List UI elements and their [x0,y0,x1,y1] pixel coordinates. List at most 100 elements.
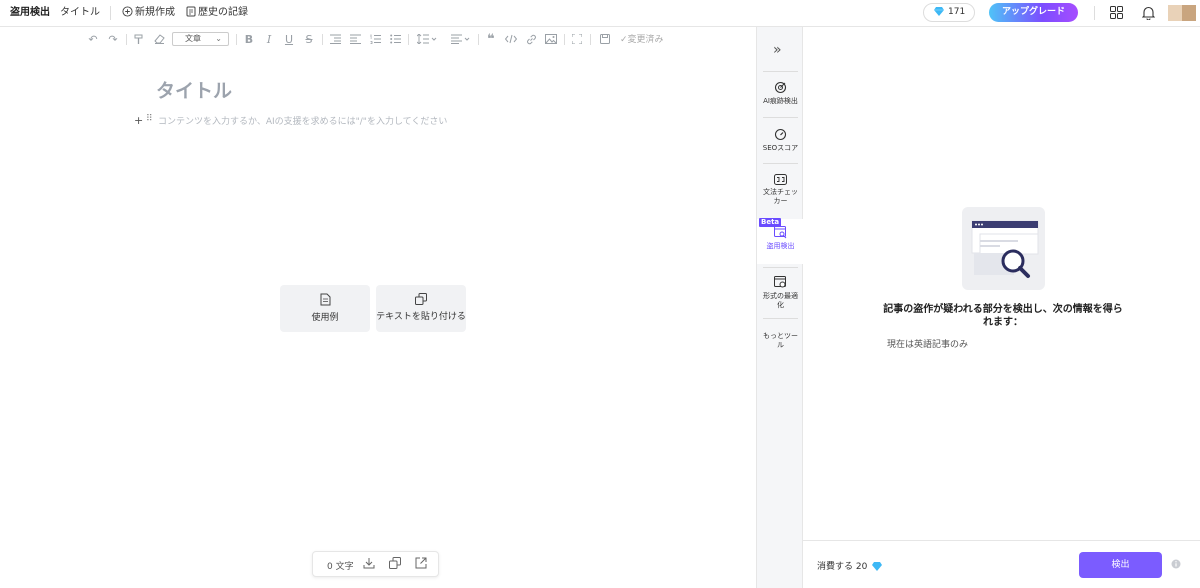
gauge-icon [774,128,787,141]
fullscreen-icon[interactable] [570,32,584,46]
paragraph-style-value: 文章 [185,34,201,43]
sidebar-item-label: AI痕跡検出 [763,97,798,105]
ai-detect-icon [774,81,787,94]
download-icon[interactable] [363,557,375,569]
chevron-down-icon: ⌄ [215,34,222,43]
divider [322,34,323,45]
undo-icon[interactable]: ↶ [86,32,100,46]
grammar-icon [774,174,787,185]
sidebar-item-plagiarism[interactable]: Beta 盗用検出 [757,218,804,264]
copy-icon [415,293,427,305]
divider [763,267,798,268]
divider [408,34,409,45]
example-card-label: 使用例 [311,313,339,323]
divider [763,71,798,72]
eraser-icon[interactable] [152,32,166,46]
format-painter-icon[interactable] [132,32,146,46]
outdent-icon[interactable] [348,32,362,46]
upgrade-button[interactable]: アップグレード [989,3,1078,22]
format-icon [774,276,786,288]
divider [564,34,565,45]
sidebar-item-label: SEOスコア [762,144,799,152]
divider [478,34,479,45]
top-bar: 盗用検出 タイトル 新規作成 歴史の記録 171 アップグレード [0,0,1200,27]
drag-handle-icon[interactable]: ⠿ [146,114,153,124]
sidebar-item-label: 文法チェッカー [763,188,798,205]
avatar[interactable] [1168,5,1196,21]
copy-icon[interactable] [389,557,401,569]
collapse-panel-icon[interactable]: » [773,42,782,58]
saved-status-label: 変更済み [627,35,664,45]
image-icon[interactable] [544,32,558,46]
divider [590,34,591,45]
sidebar-item-format[interactable]: 形式の最適化 [757,276,804,310]
paste-text-card-label: テキストを貼り付ける [376,312,466,322]
redo-icon[interactable]: ↷ [106,32,120,46]
align-icon[interactable] [450,32,472,46]
underline-icon[interactable]: U [282,32,296,46]
sidebar-item-label: 盗用検出 [766,242,795,250]
example-card-button[interactable]: 使用例 [280,285,370,332]
add-block-icon[interactable]: + [134,114,143,127]
content-placeholder[interactable]: コンテンツを入力するか、AIの支援を求めるには"/"を入力してください [158,114,447,127]
line-height-icon[interactable] [416,32,438,46]
sidebar-item-ai-detect[interactable]: AI痕跡検出 [757,81,804,106]
sidebar-item-label: 形式の最適化 [763,292,798,309]
tools-sidebar: » AI痕跡検出 SEOスコア 文法チェッカー Beta 盗用検出 形式の最適化… [756,27,804,588]
divider [763,163,798,164]
title-placeholder[interactable]: タイトル [156,76,232,103]
doc-title[interactable]: タイトル [60,6,100,20]
plagiarism-panel: 記事の盗作が疑われる部分を検出し、次の情報を得られます： 現在は英語記事のみ 消… [803,27,1200,588]
credit-count: 171 [948,7,966,17]
italic-icon[interactable]: I [262,32,276,46]
new-document-label: 新規作成 [135,7,175,18]
sidebar-item-grammar[interactable]: 文法チェッカー [757,174,804,206]
export-icon[interactable] [415,557,427,569]
bell-icon[interactable] [1142,5,1155,20]
quote-icon[interactable]: ❝ [484,32,498,47]
panel-heading: 記事の盗作が疑われる部分を検出し、次の情報を得られます： [883,304,1123,328]
indent-icon[interactable] [328,32,342,46]
plagiarism-icon [774,226,787,239]
info-icon[interactable] [1171,559,1181,569]
history-icon [186,6,196,17]
divider [763,117,798,118]
divider [110,6,111,20]
strikethrough-icon[interactable]: S [302,32,316,46]
bold-icon[interactable]: B [242,32,256,46]
history-button[interactable]: 歴史の記録 [186,6,248,20]
plus-circle-icon [122,6,133,17]
editor-toolbar: ↶ ↷ 文章 ⌄ B I U S ❝ ✓変更済み [80,30,680,48]
credit-balance[interactable]: 171 [923,3,975,22]
new-document-button[interactable]: 新規作成 [122,6,175,20]
code-icon[interactable] [504,32,518,46]
ordered-list-icon[interactable] [368,32,382,46]
document-icon [320,293,330,306]
history-label: 歴史の記録 [198,7,248,18]
sidebar-item-seo-score[interactable]: SEOスコア [757,128,804,153]
credit-cost-label: 消費する 20 [817,562,868,572]
divider [1094,6,1095,20]
diamond-icon [934,7,944,16]
beta-badge: Beta [759,218,782,227]
bullet-list-icon[interactable] [388,32,402,46]
paste-text-card-button[interactable]: テキストを貼り付ける [376,285,466,332]
plagiarism-illustration [962,207,1045,290]
divider [236,34,237,45]
app-name: 盗用検出 [10,7,50,18]
link-icon[interactable] [524,32,538,46]
saved-status: ✓変更済み [620,32,664,45]
apps-grid-icon[interactable] [1110,6,1123,19]
save-icon[interactable] [598,32,612,46]
check-icon: ✓ [620,35,628,45]
panel-note: 現在は英語記事のみ [887,340,969,350]
panel-footer: 消費する 20 検出 [803,540,1200,588]
sidebar-item-label: もっとツール [763,332,798,349]
credit-cost: 消費する 20 [817,559,883,572]
word-count: 0 文字 [327,562,354,572]
diamond-icon [872,562,883,571]
divider [126,34,127,45]
detect-button[interactable]: 検出 [1079,552,1162,578]
paragraph-style-select[interactable]: 文章 ⌄ [172,32,229,46]
sidebar-item-more-tools[interactable]: もっとツール [757,332,804,350]
